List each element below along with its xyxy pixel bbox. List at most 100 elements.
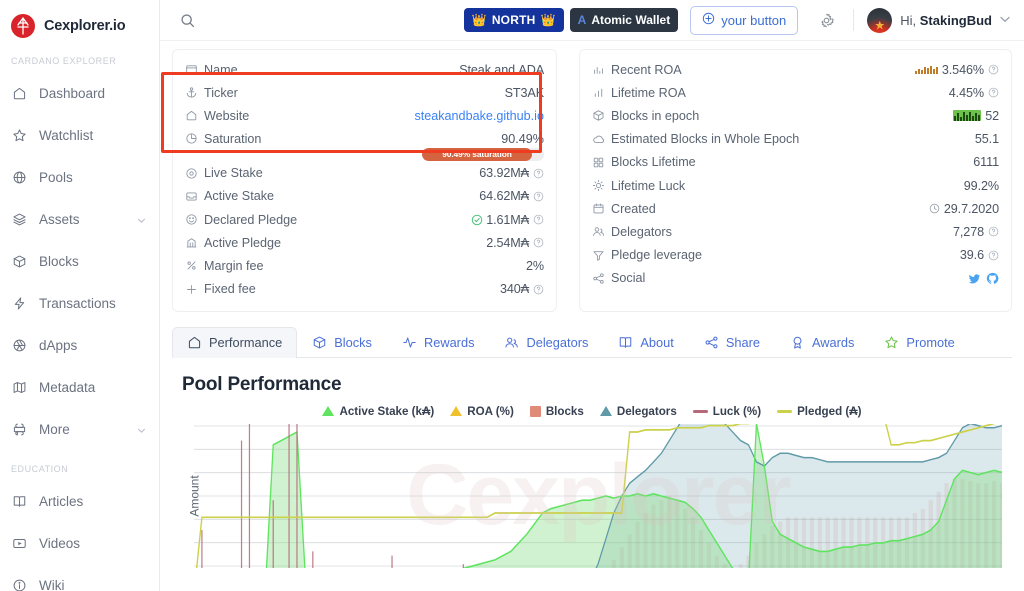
legend-item[interactable]: Luck (%) bbox=[693, 405, 761, 418]
info-row: Active Pledge2.54M₳ bbox=[185, 231, 544, 254]
sidebar-item-label: Assets bbox=[39, 212, 125, 227]
legend-triangle-icon bbox=[322, 406, 334, 416]
pool-info-card-right: Recent ROA3.546%Lifetime ROA4.45%Blocks … bbox=[579, 49, 1012, 312]
users-icon bbox=[592, 225, 605, 238]
tab-delegators[interactable]: Delegators bbox=[489, 327, 603, 358]
info-row-label: Live Stake bbox=[204, 166, 263, 180]
sidebar-item-more[interactable]: More bbox=[0, 408, 159, 450]
filter-icon bbox=[592, 249, 605, 262]
username: StakingBud bbox=[920, 13, 992, 28]
search-icon[interactable] bbox=[174, 7, 200, 33]
sidebar-item-dashboard[interactable]: Dashboard bbox=[0, 72, 159, 114]
box-icon bbox=[592, 109, 605, 122]
sidebar-item-transactions[interactable]: Transactions bbox=[0, 282, 159, 324]
legend-item[interactable]: Blocks bbox=[530, 405, 584, 418]
cardano-logo-icon bbox=[11, 14, 35, 38]
social-links[interactable] bbox=[968, 272, 999, 285]
legend-item[interactable]: Active Stake (k₳) bbox=[322, 405, 434, 418]
github-icon[interactable] bbox=[986, 272, 999, 285]
sidebar-item-videos[interactable]: Videos bbox=[0, 522, 159, 564]
sidebar-item-label: Watchlist bbox=[39, 128, 147, 143]
user-menu[interactable]: Hi, StakingBud bbox=[867, 8, 1010, 33]
info-row-value: 52 bbox=[953, 109, 999, 123]
tab-performance[interactable]: Performance bbox=[172, 327, 297, 358]
gear-icon[interactable] bbox=[814, 8, 838, 32]
cloud-icon bbox=[592, 133, 605, 146]
help-icon[interactable] bbox=[988, 250, 999, 261]
chevron-down-icon bbox=[1000, 14, 1010, 26]
sidebar-item-blocks[interactable]: Blocks bbox=[0, 240, 159, 282]
chevron-down-icon[interactable] bbox=[136, 214, 147, 225]
info-row-value-text: 4.45% bbox=[949, 86, 984, 100]
sidebar-item-dapps[interactable]: dApps bbox=[0, 324, 159, 366]
info-row-label: Estimated Blocks in Whole Epoch bbox=[611, 132, 799, 146]
info-icon bbox=[11, 577, 28, 591]
info-row-value: 29.7.2020 bbox=[929, 202, 999, 216]
chart-canvas[interactable]: Cexplorer bbox=[194, 424, 1002, 568]
brand-name: Cexplorer.io bbox=[44, 18, 125, 34]
plus-circle-icon bbox=[702, 12, 715, 28]
saturation-bar: 90.49% saturation bbox=[422, 148, 544, 161]
tab-share[interactable]: Share bbox=[689, 327, 775, 358]
help-icon[interactable] bbox=[988, 87, 999, 98]
aperture-icon bbox=[11, 337, 28, 354]
tab-rewards[interactable]: Rewards bbox=[387, 327, 490, 358]
home-outline-icon bbox=[185, 109, 198, 122]
tab-promote[interactable]: Promote bbox=[869, 327, 969, 358]
twitter-icon[interactable] bbox=[968, 272, 981, 285]
north-badge[interactable]: 👑 NORTH 👑 bbox=[464, 8, 564, 32]
info-row-label-wrap: Recent ROA bbox=[592, 63, 682, 77]
info-row-value: 3.546% bbox=[915, 63, 999, 77]
atomic-wallet-label: Atomic Wallet bbox=[591, 13, 670, 27]
help-icon[interactable] bbox=[988, 64, 999, 75]
your-button[interactable]: your button bbox=[690, 6, 798, 35]
info-row-label-wrap: Active Stake bbox=[185, 189, 274, 203]
legend-item[interactable]: Pledged (₳) bbox=[777, 405, 861, 418]
tab-about[interactable]: About bbox=[603, 327, 688, 358]
info-row-value-text: 2% bbox=[526, 259, 544, 273]
help-icon[interactable] bbox=[533, 284, 544, 295]
sidebar-item-metadata[interactable]: Metadata bbox=[0, 366, 159, 408]
video-icon bbox=[11, 535, 28, 552]
activity-icon bbox=[402, 335, 417, 350]
help-icon[interactable] bbox=[533, 168, 544, 179]
info-row-label-wrap: Margin fee bbox=[185, 259, 264, 273]
info-row-label-wrap: Blocks in epoch bbox=[592, 109, 699, 123]
pool-info-card-left: NameSteak.and.ADATickerST3AKWebsitesteak… bbox=[172, 49, 557, 312]
brand[interactable]: Cexplorer.io bbox=[0, 0, 159, 42]
info-row-label: Blocks Lifetime bbox=[611, 155, 696, 169]
legend-item[interactable]: Delegators bbox=[600, 405, 677, 418]
info-row-value-text: 6111 bbox=[973, 155, 999, 169]
legend-label: Delegators bbox=[617, 405, 677, 418]
layers-icon bbox=[11, 211, 28, 228]
tab-awards[interactable]: Awards bbox=[775, 327, 869, 358]
tab-blocks[interactable]: Blocks bbox=[297, 327, 387, 358]
legend-item[interactable]: ROA (%) bbox=[450, 405, 514, 418]
help-icon[interactable] bbox=[988, 226, 999, 237]
info-row-value: 6111 bbox=[973, 155, 999, 169]
sidebar-item-label: Wiki bbox=[39, 578, 147, 591]
sidebar-item-watchlist[interactable]: Watchlist bbox=[0, 114, 159, 156]
chart-legend: Active Stake (k₳) ROA (%) Blocks Delegators… bbox=[172, 405, 1012, 418]
info-row-value-text: 64.62M₳ bbox=[479, 189, 529, 203]
legend-label: ROA (%) bbox=[467, 405, 514, 418]
help-icon[interactable] bbox=[533, 191, 544, 202]
sidebar-item-wiki[interactable]: Wiki bbox=[0, 564, 159, 591]
info-row-value[interactable]: steakandbake.github.io bbox=[414, 109, 544, 123]
sidebar-item-articles[interactable]: Articles bbox=[0, 480, 159, 522]
help-icon[interactable] bbox=[533, 237, 544, 248]
info-row-label-wrap: Estimated Blocks in Whole Epoch bbox=[592, 132, 799, 146]
sidebar-item-pools[interactable]: Pools bbox=[0, 156, 159, 198]
legend-label: Luck (%) bbox=[713, 405, 761, 418]
chevron-down-icon[interactable] bbox=[136, 424, 147, 435]
info-row-label: Recent ROA bbox=[611, 63, 682, 77]
website-link[interactable]: steakandbake.github.io bbox=[414, 109, 544, 123]
tab-label: Rewards bbox=[424, 335, 475, 350]
info-row: Blocks in epoch 52 bbox=[592, 104, 999, 127]
sidebar-item-label: Articles bbox=[39, 494, 147, 509]
info-row: NameSteak.and.ADA bbox=[185, 58, 544, 81]
help-icon[interactable] bbox=[533, 214, 544, 225]
atomic-wallet-badge[interactable]: A Atomic Wallet bbox=[570, 8, 679, 32]
info-row-value: 4.45% bbox=[949, 86, 999, 100]
sidebar-item-assets[interactable]: Assets bbox=[0, 198, 159, 240]
